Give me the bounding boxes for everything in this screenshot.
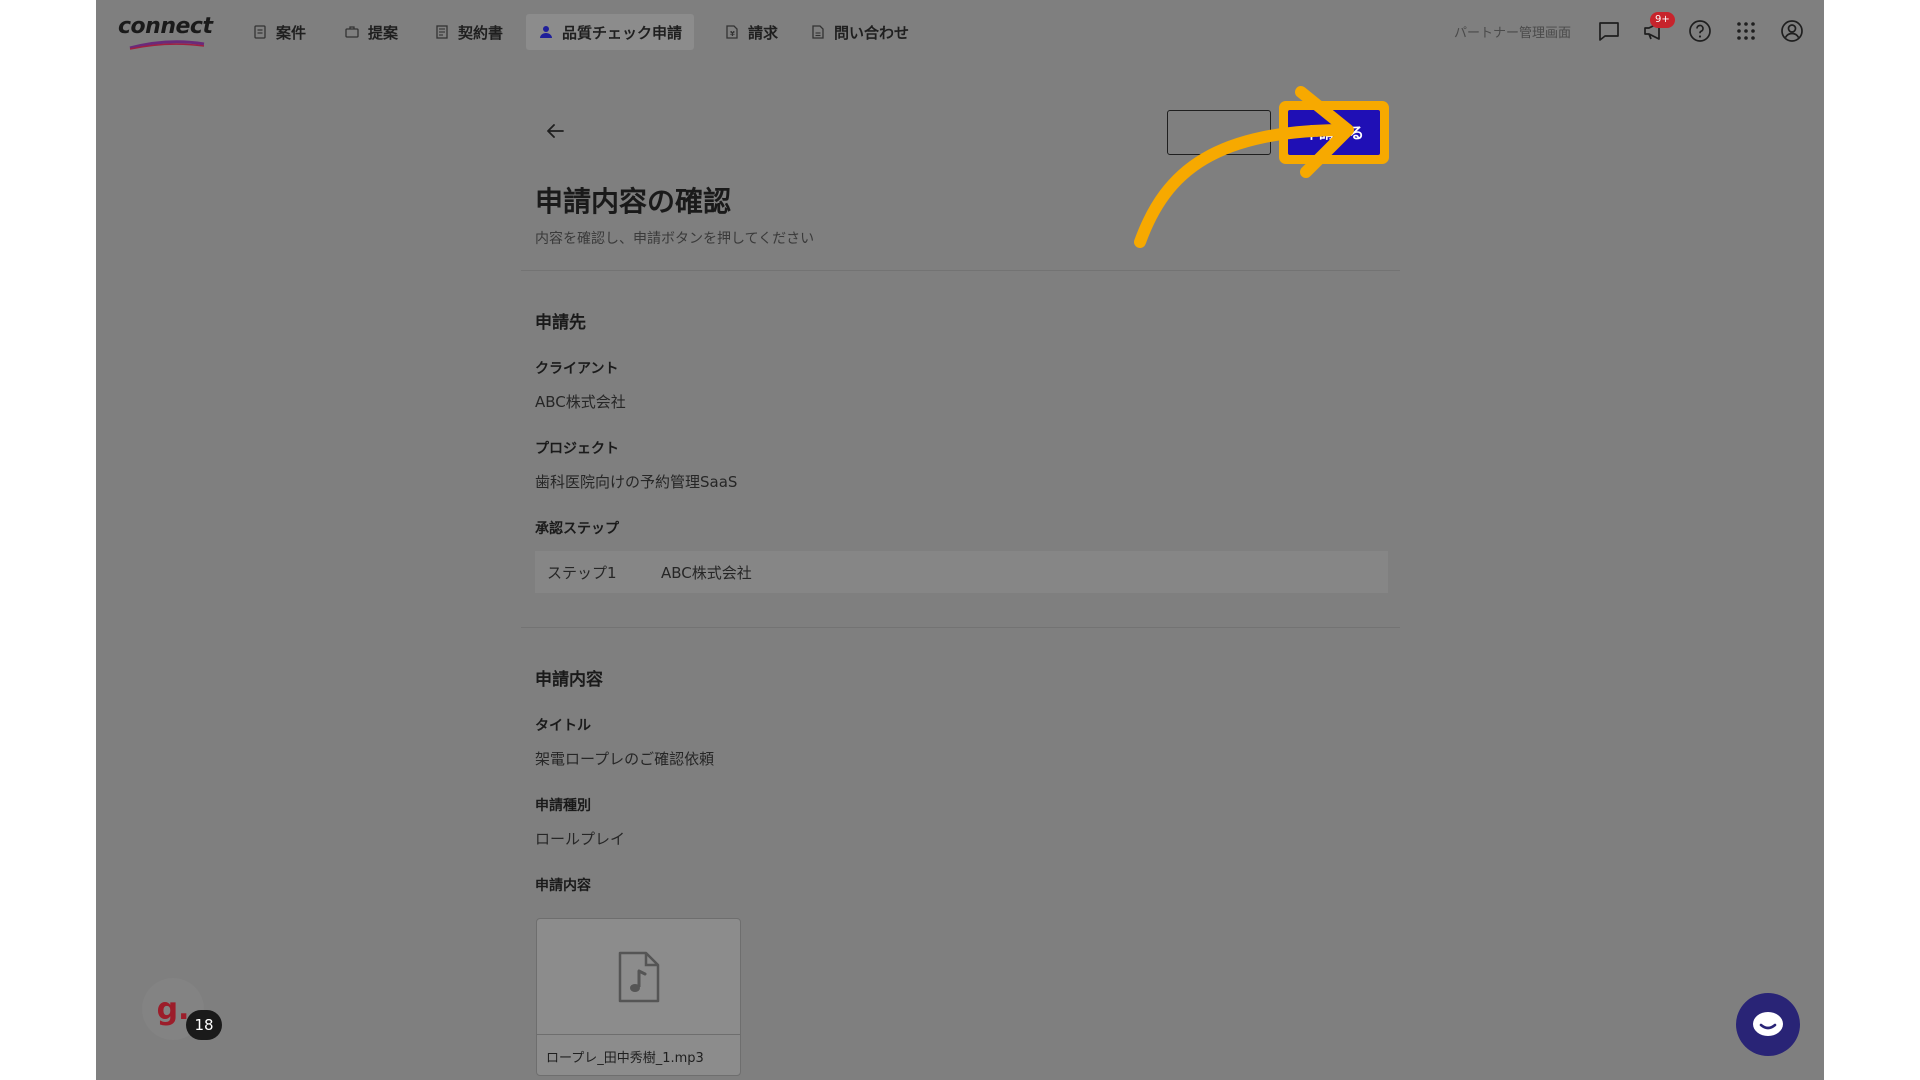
section-title-destination: 申請先 xyxy=(535,313,586,333)
type-label: 申請種別 xyxy=(535,798,591,814)
client-value: ABC株式会社 xyxy=(535,393,626,411)
step-name: ステップ1 xyxy=(547,563,617,582)
svg-text:¥: ¥ xyxy=(730,30,735,38)
chat-launcher-button[interactable] xyxy=(1736,993,1800,1056)
message-icon[interactable] xyxy=(1596,18,1622,44)
account-icon[interactable] xyxy=(1779,18,1805,44)
apps-grid-icon[interactable] xyxy=(1733,18,1759,44)
annotation-arrow-icon xyxy=(1134,86,1354,248)
audio-file-icon xyxy=(618,951,659,1002)
chat-bubble-icon xyxy=(1753,1011,1783,1036)
logo-text: connect xyxy=(118,14,213,39)
approval-step-row: ステップ1 ABC株式会社 xyxy=(535,551,1388,593)
top-nav: connect 案件 提案 契約書 品質チェック申請 ¥ 請求 問い合わせ パー… xyxy=(96,0,1824,64)
file-thumbnail xyxy=(537,919,740,1035)
nav-tab-projects[interactable]: 案件 xyxy=(240,14,318,50)
type-value: ロールプレイ xyxy=(535,830,626,848)
project-label: プロジェクト xyxy=(535,441,619,457)
avatar-letter: g. xyxy=(156,991,190,1027)
section-title-content: 申請内容 xyxy=(535,670,603,690)
file-name: ロープレ_田中秀樹_1.mp3 xyxy=(546,1051,704,1066)
nav-tab-quality-check[interactable]: 品質チェック申請 xyxy=(526,14,695,50)
title-value: 架電ロープレのご確認依頼 xyxy=(535,750,715,768)
approval-step-label: 承認ステップ xyxy=(535,521,619,537)
step-value: ABC株式会社 xyxy=(661,563,752,582)
page-subtitle: 内容を確認し、申請ボタンを押してください xyxy=(535,231,815,247)
nav-tab-proposals[interactable]: 提案 xyxy=(332,14,410,50)
logo-swoosh-icon xyxy=(129,40,205,50)
logo[interactable]: connect xyxy=(118,14,213,50)
clipboard-icon xyxy=(254,25,266,39)
nav-tab-label: 品質チェック申請 xyxy=(562,23,683,42)
file-attachment-card[interactable]: ロープレ_田中秀樹_1.mp3 xyxy=(536,918,741,1076)
nav-tab-label: 問い合わせ xyxy=(834,23,910,42)
page-title: 申請内容の確認 xyxy=(535,185,732,218)
nav-tab-contracts[interactable]: 契約書 xyxy=(422,14,515,50)
nav-tab-billing[interactable]: ¥ 請求 xyxy=(712,14,790,50)
briefcase-icon xyxy=(345,26,359,38)
title-label: タイトル xyxy=(535,718,591,734)
nav-tab-label: 提案 xyxy=(368,23,399,42)
back-arrow-icon[interactable] xyxy=(544,120,566,142)
nav-tab-label: 請求 xyxy=(748,23,779,42)
divider xyxy=(521,270,1400,271)
document-icon xyxy=(436,25,448,39)
nav-tab-label: 案件 xyxy=(276,23,307,42)
nav-tab-label: 契約書 xyxy=(458,23,504,42)
invoice-icon: ¥ xyxy=(726,25,738,39)
screen: connect 案件 提案 契約書 品質チェック申請 ¥ 請求 問い合わせ パー… xyxy=(96,0,1824,1080)
avatar-count-badge: 18 xyxy=(186,1010,222,1040)
nav-tab-inquiry[interactable]: 問い合わせ xyxy=(798,14,921,50)
divider xyxy=(521,627,1400,628)
client-label: クライアント xyxy=(535,361,619,377)
help-icon[interactable] xyxy=(1687,18,1713,44)
project-value: 歯科医院向けの予約管理SaaS xyxy=(535,473,738,491)
notification-badge: 9+ xyxy=(1650,12,1675,28)
inquiry-icon xyxy=(812,25,824,39)
user-check-icon xyxy=(540,26,552,38)
content-label: 申請内容 xyxy=(535,878,591,894)
partner-admin-link[interactable]: パートナー管理画面 xyxy=(1454,22,1571,41)
